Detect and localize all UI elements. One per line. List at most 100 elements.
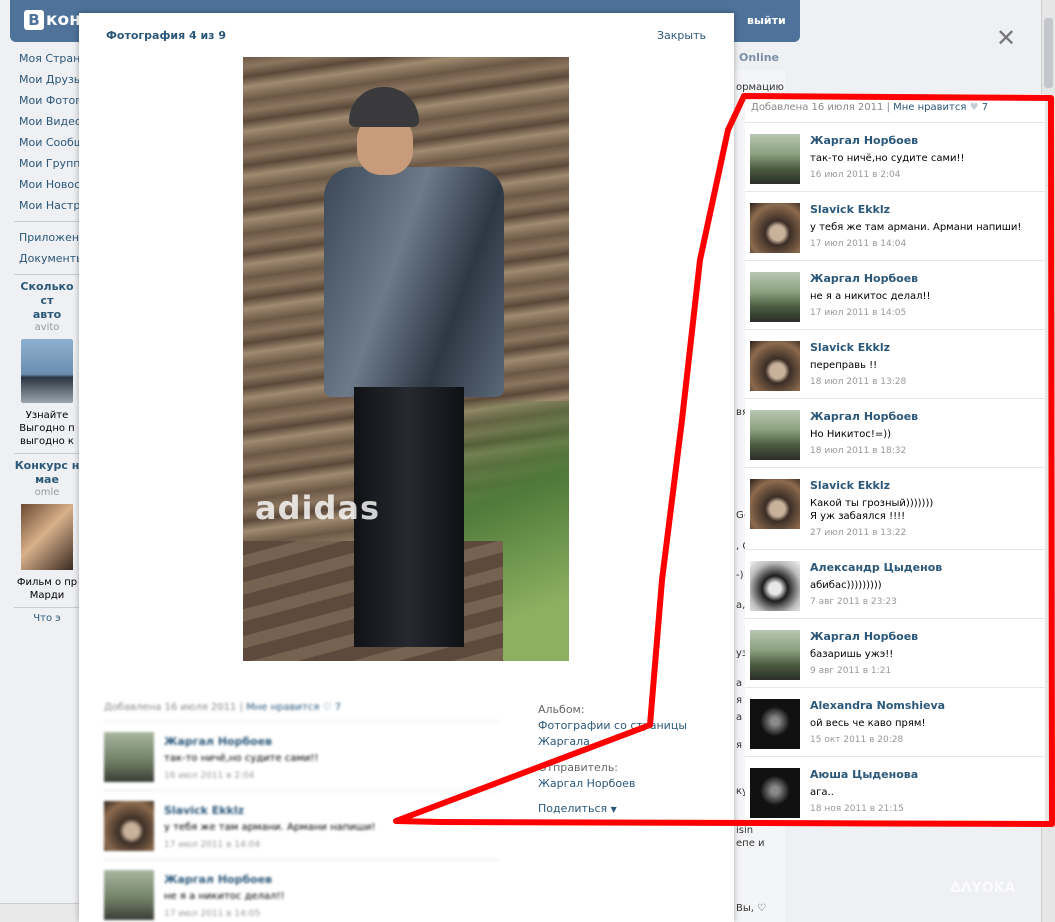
photo-person <box>324 87 504 647</box>
avatar[interactable] <box>750 134 800 184</box>
avatar[interactable] <box>750 272 800 322</box>
comment-date[interactable]: 17 июл 2011 в 14:05 <box>164 909 260 919</box>
photo-counter: Фотография 4 из 9 <box>106 29 227 42</box>
comment-date[interactable]: 27 июл 2011 в 13:22 <box>810 528 906 538</box>
like-link[interactable]: Мне нравится <box>893 102 966 113</box>
ad-text: Фильм о пр Марди <box>16 577 78 601</box>
comment-text: базаришь ужэ!! <box>810 649 894 660</box>
menu-apps[interactable]: Приложения <box>14 227 80 248</box>
feed-fragment: -) <box>736 570 744 581</box>
comment-author[interactable]: Slavick Ekklz <box>164 804 244 817</box>
avatar[interactable] <box>750 341 800 391</box>
zoomed-comments-list: Жаргал Норбоев так-то ничё,но судите сам… <box>745 122 1045 826</box>
comment-date[interactable]: 16 июл 2011 в 2:04 <box>810 170 901 180</box>
comment-author[interactable]: Жаргал Норбоев <box>810 272 918 285</box>
photo-added-date: Добавлена 16 июля 2011 <box>104 702 237 713</box>
close-link[interactable]: Закрыть <box>657 29 706 42</box>
comment-author[interactable]: Аюша Цыденова <box>810 768 918 781</box>
menu-my-videos[interactable]: Мои Видеоз <box>14 111 80 132</box>
ads-more-link[interactable]: Что э <box>14 613 80 624</box>
logo-letter: В <box>24 10 44 30</box>
like-link[interactable]: Мне нравится <box>246 702 319 713</box>
comment-item: Аюша Цыденова ага.. 18 ноя 2011 в 21:15 <box>745 757 1045 826</box>
avatar[interactable] <box>750 699 800 749</box>
menu-my-news[interactable]: Мои Новост <box>14 174 80 195</box>
photo-viewer: Фотография 4 из 9 Закрыть adidas Добавле… <box>79 13 734 922</box>
menu-my-page[interactable]: Моя Страни <box>14 48 80 69</box>
comment-date[interactable]: 15 окт 2011 в 20:28 <box>810 735 903 745</box>
avatar[interactable] <box>750 410 800 460</box>
comment-author[interactable]: Жаргал Норбоев <box>810 410 918 423</box>
comment-text: Какой ты грозный))))))) Я уж забаялся !!… <box>810 498 934 522</box>
ad-movie-image[interactable] <box>21 504 73 570</box>
like-count: 7 <box>334 702 342 713</box>
comment-date[interactable]: 18 ноя 2011 в 21:15 <box>810 804 904 814</box>
comment-item: Жаргал Норбоев так-то ничё,но судите сам… <box>745 123 1045 192</box>
comment-author[interactable]: Slavick Ekklz <box>810 203 890 216</box>
avatar[interactable] <box>750 203 800 253</box>
share-button[interactable]: Поделиться ▼ <box>538 802 617 815</box>
menu-divider <box>14 274 80 275</box>
photo-cap <box>349 87 419 127</box>
comment-date[interactable]: 18 июл 2011 в 13:28 <box>810 377 906 387</box>
avatar[interactable] <box>750 561 800 611</box>
comment-text: Но Никитос!=)) <box>810 429 892 440</box>
album-link[interactable]: Фотографии со страницы Жаргала <box>538 718 718 750</box>
photo-jacket <box>324 167 504 397</box>
close-icon[interactable]: ✕ <box>996 24 1016 52</box>
comment-author[interactable]: Alexandra Nomshieva <box>810 699 945 712</box>
avatar[interactable] <box>750 630 800 680</box>
comment-author[interactable]: Slavick Ekklz <box>810 479 890 492</box>
menu-my-friends[interactable]: Мои Друзья <box>14 69 80 90</box>
menu-documents[interactable]: Документы <box>14 248 80 269</box>
comment-date[interactable]: 17 июл 2011 в 14:04 <box>164 840 260 850</box>
avatar[interactable] <box>104 732 154 782</box>
avatar[interactable] <box>104 870 154 920</box>
comment-date[interactable]: 9 авг 2011 в 1:21 <box>810 666 891 676</box>
feed-fragment: а <box>736 678 743 689</box>
comment-author[interactable]: Жаргал Норбоев <box>164 735 272 748</box>
heart-icon[interactable]: ♡ <box>323 702 332 713</box>
avatar[interactable] <box>104 801 154 851</box>
comment-item: Slavick Ekklz Какой ты грозный))))))) Я … <box>745 468 1045 550</box>
comment-date[interactable]: 18 июл 2011 в 18:32 <box>810 446 906 456</box>
feed-fragment: епе и <box>736 838 765 849</box>
album-label: Альбом: <box>538 703 585 716</box>
share-label: Поделиться <box>538 802 608 815</box>
menu-divider <box>14 221 80 222</box>
comment-date[interactable]: 16 июл 2011 в 2:04 <box>164 771 255 781</box>
sender-link[interactable]: Жаргал Норбоев <box>538 776 718 792</box>
avatar[interactable] <box>750 479 800 529</box>
site-logo[interactable]: Вкон <box>24 10 81 30</box>
ad-title[interactable]: Конкурс н мае <box>14 459 80 487</box>
feed-fragment: ормацию <box>736 82 784 93</box>
menu-my-messages[interactable]: Мои Сообще <box>14 132 80 153</box>
ad-car-image[interactable] <box>21 339 73 403</box>
comment-date[interactable]: 7 авг 2011 в 23:23 <box>810 597 897 607</box>
logout-link[interactable]: выйти <box>747 14 786 27</box>
avatar[interactable] <box>750 768 800 818</box>
feed-fragment: а, <box>736 600 746 611</box>
meta-separator: | <box>886 102 890 113</box>
comment-author[interactable]: Slavick Ekklz <box>810 341 890 354</box>
comment-author[interactable]: Жаргал Норбоев <box>810 134 918 147</box>
comment-date[interactable]: 17 июл 2011 в 14:05 <box>810 308 906 318</box>
comment-item: Жаргал Норбоев не я а никитос делал!! 17… <box>104 860 499 922</box>
comment-text: ага.. <box>810 787 834 798</box>
photo-image[interactable]: adidas <box>243 57 569 661</box>
scrollbar-thumb[interactable] <box>1044 18 1053 88</box>
heart-icon[interactable]: ♥ <box>970 102 979 113</box>
comment-author[interactable]: Жаргал Норбоев <box>164 873 272 886</box>
comment-author[interactable]: Александр Цыденов <box>810 561 942 574</box>
feed-fragment: Вы, ♡ <box>736 903 767 914</box>
comment-author[interactable]: Жаргал Норбоев <box>810 630 918 643</box>
ad-source: omle <box>34 487 60 498</box>
ad-title[interactable]: Сколько ст авто <box>14 280 80 322</box>
zoomed-comments-panel: Добавлена 16 июля 2011 | Мне нравится ♥ … <box>745 94 1045 822</box>
comment-text: переправь !! <box>810 360 878 371</box>
comment-date[interactable]: 17 июл 2011 в 14:04 <box>810 239 906 249</box>
menu-my-photos[interactable]: Мои Фотогр <box>14 90 80 111</box>
menu-my-settings[interactable]: Мои Настро <box>14 195 80 216</box>
menu-my-groups[interactable]: Мои Группы <box>14 153 80 174</box>
site-watermark: ΔΛΥΟΚΑ <box>950 880 1016 896</box>
